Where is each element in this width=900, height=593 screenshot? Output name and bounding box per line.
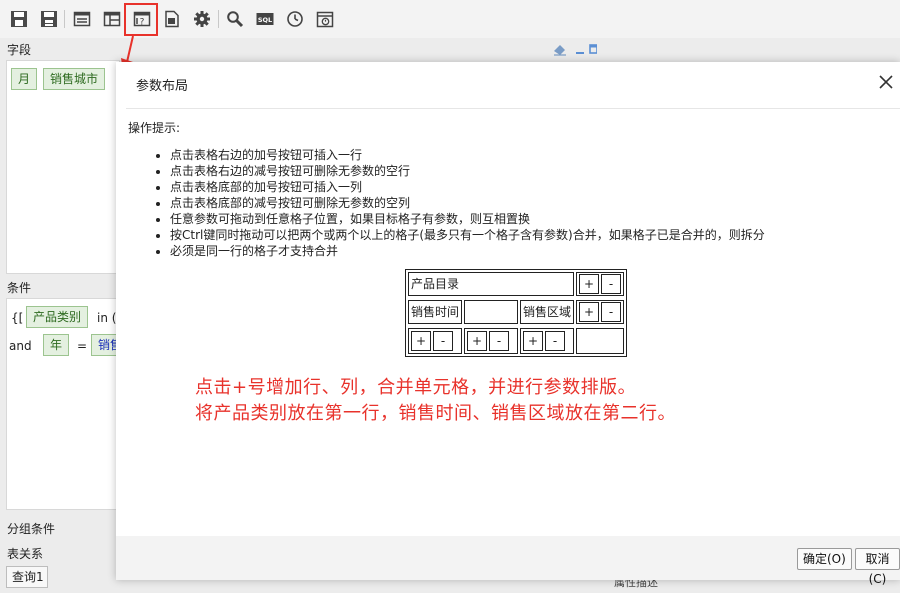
- dialog-title: 参数布局: [136, 79, 189, 94]
- col1-plus-button[interactable]: +: [411, 331, 431, 351]
- col3-plus-button[interactable]: +: [523, 331, 543, 351]
- close-icon[interactable]: [876, 72, 896, 92]
- dialog-footer: 确定(O) 取消(C): [116, 536, 900, 586]
- layout-icon[interactable]: [72, 9, 92, 29]
- param-layout-dialog: 参数布局 操作提示: 点击表格右边的加号按钮可插入一行 点击表格右边的减号按钮可…: [116, 62, 900, 586]
- table-relations-label: 表关系: [7, 547, 44, 561]
- annotation-line-1: 点击+号增加行、列，合并单元格，并进行参数排版。: [195, 377, 637, 398]
- param-layout-grid: 产品目录 + - 销售时间 销售区域 + - + - + - + -: [405, 269, 627, 357]
- param-cell-product-catalog[interactable]: 产品目录: [408, 272, 574, 296]
- col2-plus-button[interactable]: +: [467, 331, 487, 351]
- cond-chip-year[interactable]: 年: [43, 334, 70, 356]
- tip-item: 点击表格底部的加号按钮可插入一列: [170, 179, 765, 195]
- annotation-line-2: 将产品类别放在第一行，销售时间、销售区域放在第二行。: [195, 403, 676, 424]
- save-icon[interactable]: [9, 9, 29, 29]
- field-chip-month[interactable]: 月: [11, 68, 38, 90]
- toolbar-separator: [64, 10, 65, 28]
- tip-item: 按Ctrl键同时拖动可以把两个或两个以上的格子(最多只有一个格子含有参数)合并，…: [170, 227, 765, 243]
- row2-minus-button[interactable]: -: [601, 302, 621, 322]
- search-icon[interactable]: [225, 9, 245, 29]
- group-conditions-label: 分组条件: [7, 522, 56, 536]
- gear-icon[interactable]: [192, 9, 212, 29]
- eraser-icon: [554, 45, 566, 56]
- sql-icon-text: SQL: [258, 16, 272, 24]
- param-cell-sales-time[interactable]: 销售时间: [408, 300, 462, 324]
- row2-plus-button[interactable]: +: [579, 302, 599, 322]
- corner-cell: [576, 328, 624, 354]
- toolbar-separator: [218, 10, 219, 28]
- query-tab[interactable]: 查询1: [6, 566, 48, 588]
- cond-op-and: and: [9, 339, 32, 353]
- tips-list: 点击表格右边的加号按钮可插入一行 点击表格右边的减号按钮可删除无参数的空行 点击…: [154, 147, 765, 259]
- clock-icon[interactable]: [285, 9, 305, 29]
- row1-minus-button[interactable]: -: [601, 274, 621, 294]
- fields-label: 字段: [7, 43, 32, 57]
- panel-window-icons: [553, 42, 598, 59]
- row1-plus-button[interactable]: +: [579, 274, 599, 294]
- field-chip-city[interactable]: 销售城市: [43, 68, 106, 90]
- tip-item: 必须是同一行的格子才支持合并: [170, 243, 765, 259]
- col2-minus-button[interactable]: -: [489, 331, 509, 351]
- dialog-body: 操作提示: 点击表格右边的加号按钮可插入一行 点击表格右边的减号按钮可删除无参数…: [126, 108, 900, 536]
- maximize-icon: [589, 44, 598, 54]
- cond-chip-category[interactable]: 产品类别: [26, 306, 89, 328]
- ok-button[interactable]: 确定(O): [797, 548, 852, 570]
- cond-open-bracket: {[: [11, 311, 24, 325]
- toolbar-highlight-box: [124, 3, 158, 36]
- schedule-icon[interactable]: [315, 9, 335, 29]
- conditions-label: 条件: [7, 281, 32, 295]
- tip-item: 点击表格底部的减号按钮可删除无参数的空列: [170, 195, 765, 211]
- param-cell-sales-region[interactable]: 销售区域: [520, 300, 574, 324]
- cond-op-in: in (: [97, 311, 117, 325]
- fields-panel: 月 销售城市: [6, 60, 120, 274]
- conditions-panel: {[ 产品类别 in ( and 年 = 销售: [6, 298, 130, 510]
- save-as-icon[interactable]: [39, 9, 59, 29]
- tip-item: 任意参数可拖动到任意格子位置，如果目标格子有参数，则互相置换: [170, 211, 765, 227]
- cancel-button[interactable]: 取消(C): [855, 548, 900, 586]
- tip-item: 点击表格右边的减号按钮可删除无参数的空行: [170, 163, 765, 179]
- col1-minus-button[interactable]: -: [433, 331, 453, 351]
- sql-icon[interactable]: SQL: [255, 9, 275, 29]
- cond-eq: =: [77, 339, 88, 353]
- hint-title: 操作提示:: [128, 121, 181, 135]
- col3-minus-button[interactable]: -: [545, 331, 565, 351]
- export-icon[interactable]: [162, 9, 182, 29]
- param-cell-empty[interactable]: [464, 300, 518, 324]
- tip-item: 点击表格右边的加号按钮可插入一行: [170, 147, 765, 163]
- table-icon[interactable]: [102, 9, 122, 29]
